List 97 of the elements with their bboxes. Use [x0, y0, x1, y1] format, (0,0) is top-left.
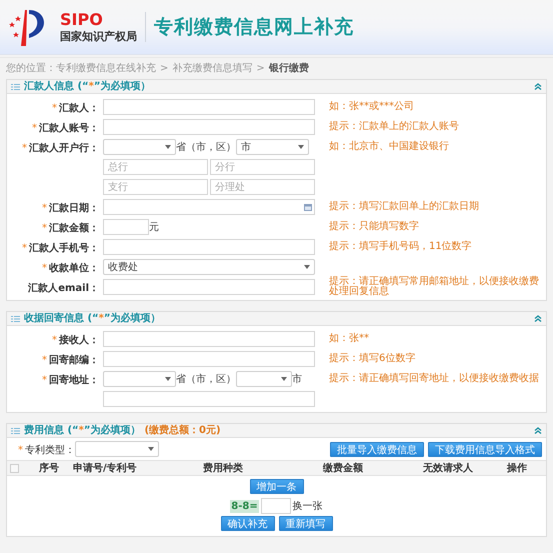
caret-icon [148, 447, 154, 451]
breadcrumb-prefix: 您的位置： [6, 62, 56, 76]
hint-text: 提示：只能填写数字 [329, 222, 420, 232]
required-mark: * [22, 142, 27, 154]
hint-text: 提示：汇款单上的汇款人账号 [329, 122, 460, 132]
unit-text: 元 [149, 220, 159, 234]
breadcrumb-link[interactable]: 银行缴费 [268, 61, 309, 76]
column-header: 操作 [506, 462, 527, 476]
add-row-button[interactable]: 增加一条 [250, 479, 304, 494]
hint-text: 如：北京市、中国建设银行 [329, 142, 450, 152]
breadcrumb-link[interactable]: 专利缴费信息在线补充 [56, 61, 156, 76]
breadcrumb-separator: > [160, 62, 168, 76]
caret-icon [165, 145, 171, 149]
refresh-captcha-link[interactable]: 换一张 [292, 498, 323, 514]
input-field[interactable]: 分理处 [210, 179, 315, 195]
required-mark: * [42, 202, 47, 214]
field-label: 汇款人： [59, 102, 99, 114]
total-text: (缴费总额：0元) [144, 423, 221, 438]
field-label: 汇款日期： [49, 202, 99, 214]
field-label: 回寄地址： [49, 374, 99, 386]
action-button[interactable]: 确认补充 [220, 516, 274, 531]
hint-text: 提示：请正确填写回寄地址，以便接收缴费收据 [329, 374, 540, 384]
select-field[interactable] [103, 371, 176, 387]
calendar-icon [304, 204, 312, 210]
import-button[interactable]: 下载费用信息导入格式 [428, 442, 542, 456]
field-label: 汇款人账号： [39, 122, 99, 134]
input-field[interactable] [103, 351, 315, 367]
list-icon [11, 84, 20, 90]
required-mark: * [42, 262, 47, 274]
caret-icon [304, 265, 310, 269]
column-header: 费用种类 [202, 462, 244, 476]
logo-text: SIPO [60, 10, 104, 28]
date-field[interactable] [103, 199, 315, 215]
list-icon [11, 428, 20, 434]
input-field[interactable]: 支行 [103, 179, 208, 195]
select-field[interactable]: 收费处 [103, 259, 315, 275]
import-button[interactable]: 批量导入缴费信息 [330, 442, 424, 456]
field-label: 汇款金额： [49, 222, 99, 234]
field-label: 接收人： [59, 334, 99, 346]
breadcrumb-separator: > [256, 62, 265, 76]
section-title: 费用信息 (“*”为必填项） [24, 424, 140, 438]
input-field[interactable] [103, 119, 315, 135]
hint-text: 提示：请正确填写常用邮箱地址，以便接收缴费处理回复信息 [329, 277, 540, 297]
input-field[interactable] [103, 391, 315, 407]
hint-text: 提示：填写汇款回单上的汇款日期 [329, 202, 480, 212]
field-label: 汇款人开户行： [29, 142, 99, 154]
column-header: 序号 [38, 461, 60, 476]
field-label: 汇款人email： [28, 282, 99, 294]
captcha-field[interactable] [260, 498, 291, 514]
city-text: 市 [292, 372, 302, 386]
required-mark: * [42, 354, 47, 366]
required-mark: * [52, 102, 57, 114]
caret-icon [165, 377, 171, 381]
checkbox[interactable] [10, 464, 19, 472]
section-title: 收据回寄信息 (“*”为必填项） [24, 311, 160, 326]
required-mark: * [42, 374, 47, 386]
caret-icon [298, 145, 304, 149]
input-field[interactable] [103, 219, 149, 235]
collapse-icon[interactable] [534, 427, 542, 434]
select-field[interactable] [236, 371, 292, 387]
field-label: 汇款人手机号： [29, 242, 99, 254]
input-field[interactable] [103, 331, 315, 347]
input-field[interactable] [103, 239, 315, 255]
column-header: 无效请求人 [422, 462, 474, 476]
field-label: 回寄邮编： [49, 354, 99, 366]
action-button[interactable]: 重新填写 [278, 516, 332, 531]
field-label: 专利类型： [25, 444, 75, 456]
list-icon [11, 316, 20, 322]
region-text: 省（市，区） [176, 140, 236, 154]
breadcrumb-link[interactable]: 补充缴费信息填写 [172, 61, 252, 76]
input-field[interactable] [103, 99, 315, 115]
column-header: 缴费金额 [322, 461, 364, 476]
required-mark: * [22, 242, 27, 254]
column-header: 申请号/专利号 [73, 462, 138, 476]
hint-text: 如：张**或***公司 [329, 102, 415, 112]
hint-text: 如：张** [329, 334, 370, 344]
required-mark: * [52, 334, 57, 346]
required-mark: * [32, 122, 37, 134]
field-label: 收款单位： [49, 262, 99, 274]
required-mark: * [18, 444, 23, 456]
page-title: 专利缴费信息网上补充 [154, 14, 354, 40]
collapse-icon[interactable] [534, 315, 542, 322]
hint-text: 提示：填写6位数字 [329, 354, 416, 364]
section-title: 汇款人信息 (“*”为必填项） [24, 80, 150, 94]
captcha-image: 8-8= [230, 500, 259, 512]
select-field[interactable]: 市 [236, 139, 309, 155]
input-field[interactable] [103, 279, 315, 295]
logo-subtitle: 国家知识产权局 [60, 30, 137, 44]
select-field[interactable] [75, 441, 159, 457]
select-field[interactable] [103, 139, 176, 155]
caret-icon [281, 377, 287, 381]
input-field[interactable]: 总行 [103, 159, 208, 175]
collapse-icon[interactable] [534, 83, 542, 90]
hint-text: 提示：填写手机号码，11位数字 [329, 242, 473, 252]
region-text: 省（市，区） [176, 372, 236, 386]
input-field[interactable]: 分行 [210, 159, 315, 175]
required-mark: * [42, 222, 47, 234]
